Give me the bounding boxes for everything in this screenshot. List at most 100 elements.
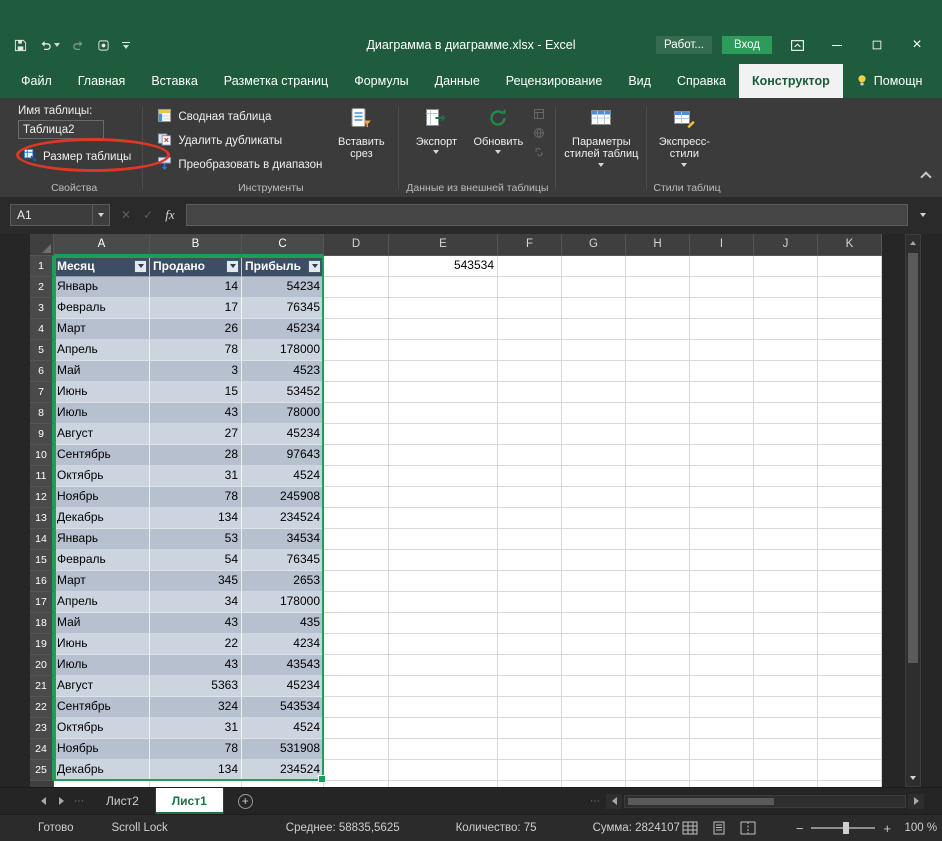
cell-I3[interactable] [690,298,754,319]
cell-A6[interactable]: Май [54,361,150,382]
cell-B5[interactable]: 78 [150,340,242,361]
cell-C8[interactable]: 78000 [242,403,324,424]
cell-B11[interactable]: 31 [150,466,242,487]
cell-F14[interactable] [498,529,562,550]
insert-slicer-button[interactable]: Вставить срез [330,103,392,161]
cell-D24[interactable] [324,739,389,760]
cell-I19[interactable] [690,634,754,655]
cell-H23[interactable] [626,718,690,739]
cell-G6[interactable] [562,361,626,382]
page-layout-view-icon[interactable] [709,819,729,837]
cell-K2[interactable] [818,277,882,298]
cell-K13[interactable] [818,508,882,529]
row-header-13[interactable]: 13 [30,508,54,529]
zoom-out-icon[interactable]: − [796,821,804,836]
cell-D5[interactable] [324,340,389,361]
cell-G14[interactable] [562,529,626,550]
column-header-C[interactable]: C [242,234,324,256]
cell-G21[interactable] [562,676,626,697]
cell-K4[interactable] [818,319,882,340]
vertical-scroll-thumb[interactable] [908,253,918,663]
cell-I20[interactable] [690,655,754,676]
cell-E25[interactable] [389,760,498,781]
cell-J14[interactable] [754,529,818,550]
cell-J9[interactable] [754,424,818,445]
cell-F2[interactable] [498,277,562,298]
cell-C26[interactable] [242,781,324,787]
cell-I5[interactable] [690,340,754,361]
refresh-button[interactable]: Обновить [467,103,529,154]
cell-J15[interactable] [754,550,818,571]
row-header-21[interactable]: 21 [30,676,54,697]
cell-C9[interactable]: 45234 [242,424,324,445]
row-header-5[interactable]: 5 [30,340,54,361]
cell-G13[interactable] [562,508,626,529]
cell-B7[interactable]: 15 [150,382,242,403]
cell-H3[interactable] [626,298,690,319]
cell-B10[interactable]: 28 [150,445,242,466]
cell-A26[interactable] [54,781,150,787]
cell-E19[interactable] [389,634,498,655]
cell-G5[interactable] [562,340,626,361]
cell-G3[interactable] [562,298,626,319]
horizontal-scrollbar[interactable] [606,788,924,814]
cell-D25[interactable] [324,760,389,781]
cell-G23[interactable] [562,718,626,739]
save-icon[interactable] [14,39,27,52]
cell-D10[interactable] [324,445,389,466]
cell-G2[interactable] [562,277,626,298]
scroll-down-button[interactable] [906,770,920,786]
cell-C12[interactable]: 245908 [242,487,324,508]
cell-F23[interactable] [498,718,562,739]
select-all-corner[interactable] [30,234,54,256]
cell-B3[interactable]: 17 [150,298,242,319]
cell-H20[interactable] [626,655,690,676]
cell-C18[interactable]: 435 [242,613,324,634]
ribbon-display-options-icon[interactable] [782,33,812,57]
cell-B12[interactable]: 78 [150,487,242,508]
cell-A3[interactable]: Февраль [54,298,150,319]
cell-F18[interactable] [498,613,562,634]
cell-J11[interactable] [754,466,818,487]
cell-I9[interactable] [690,424,754,445]
cell-K17[interactable] [818,592,882,613]
cell-A18[interactable]: Май [54,613,150,634]
ribbon-tab-7[interactable]: Вид [615,64,664,98]
cell-K21[interactable] [818,676,882,697]
cell-E3[interactable] [389,298,498,319]
cell-G12[interactable] [562,487,626,508]
ribbon-tab-8[interactable]: Справка [664,64,739,98]
cell-A9[interactable]: Август [54,424,150,445]
cell-A11[interactable]: Октябрь [54,466,150,487]
cell-E26[interactable] [389,781,498,787]
touch-mode-icon[interactable] [97,39,110,52]
sheet-nav-right-icon[interactable] [52,788,70,814]
row-header-11[interactable]: 11 [30,466,54,487]
cell-D11[interactable] [324,466,389,487]
convert-to-range-button[interactable]: Преобразовать в диапазон [149,153,330,176]
cell-A15[interactable]: Февраль [54,550,150,571]
cell-A13[interactable]: Декабрь [54,508,150,529]
ribbon-tab-0[interactable]: Файл [8,64,65,98]
enter-icon[interactable]: ✓ [138,204,158,226]
cell-B21[interactable]: 5363 [150,676,242,697]
cell-I10[interactable] [690,445,754,466]
column-header-J[interactable]: J [754,234,818,256]
cell-G1[interactable] [562,256,626,277]
cell-A21[interactable]: Август [54,676,150,697]
cell-I17[interactable] [690,592,754,613]
cell-E24[interactable] [389,739,498,760]
cell-D15[interactable] [324,550,389,571]
cell-G24[interactable] [562,739,626,760]
cell-J10[interactable] [754,445,818,466]
cell-E2[interactable] [389,277,498,298]
cell-J8[interactable] [754,403,818,424]
cell-K9[interactable] [818,424,882,445]
cell-D13[interactable] [324,508,389,529]
expand-formula-bar-icon[interactable] [914,213,932,217]
cell-H10[interactable] [626,445,690,466]
cell-D17[interactable] [324,592,389,613]
cell-G8[interactable] [562,403,626,424]
cell-G7[interactable] [562,382,626,403]
cell-C4[interactable]: 45234 [242,319,324,340]
